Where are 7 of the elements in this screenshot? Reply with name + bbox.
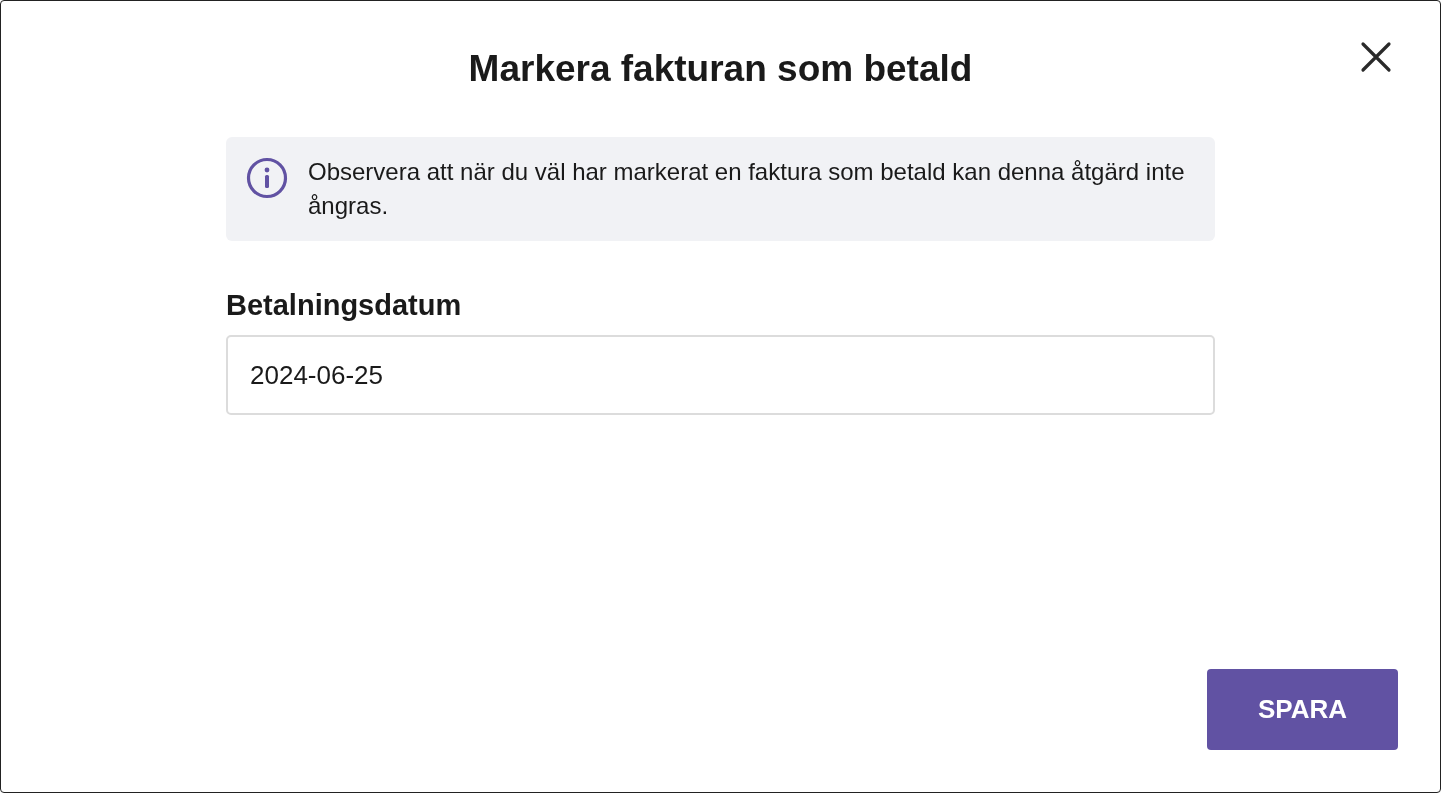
field-label: Betalningsdatum xyxy=(226,288,463,323)
info-icon xyxy=(246,157,288,199)
dialog-title: Markera fakturan som betald xyxy=(468,47,973,91)
save-button[interactable]: SPARA xyxy=(1207,669,1398,750)
close-icon xyxy=(1360,41,1392,73)
info-message: Observera att när du väl har markerat en faktura som betald kan denna åtgärd inte ångras. xyxy=(308,157,1186,221)
date-input-field[interactable]: 2024-06-25 xyxy=(226,335,1215,415)
